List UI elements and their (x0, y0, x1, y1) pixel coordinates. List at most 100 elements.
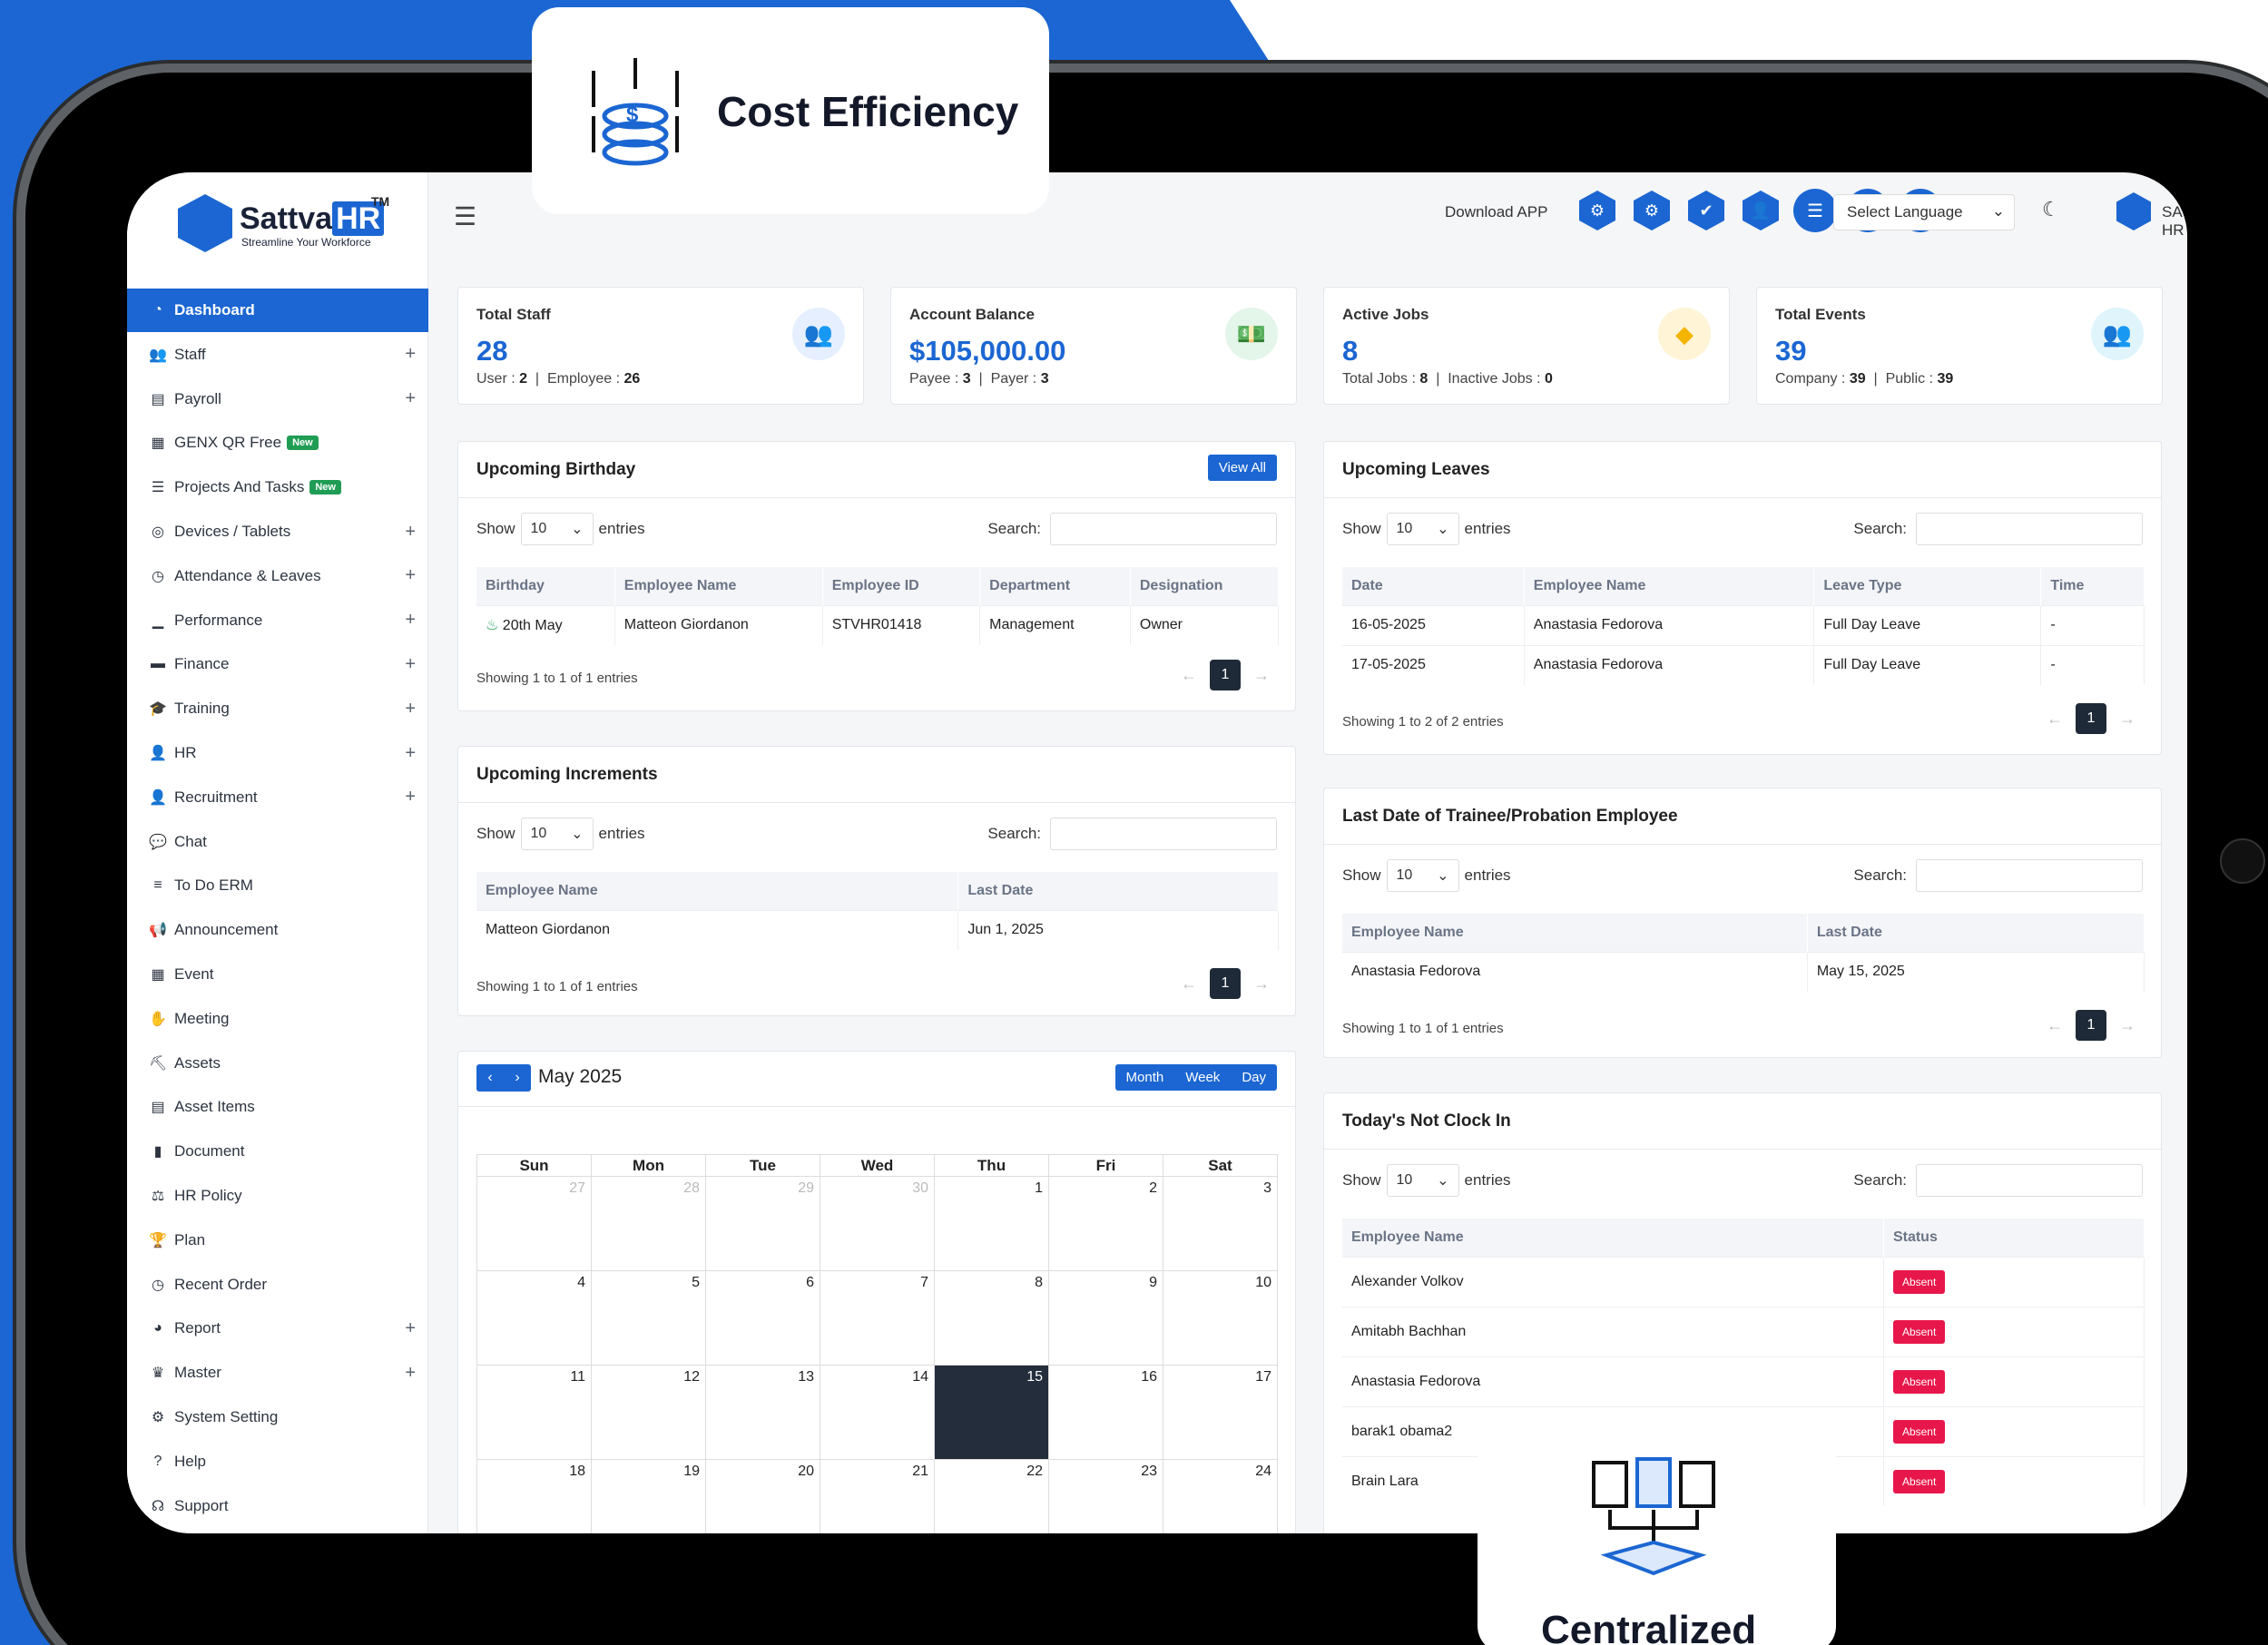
column-header[interactable]: Date (1342, 567, 1525, 605)
sidebar-item-asset-items[interactable]: ▤ Asset Items (127, 1085, 428, 1129)
app-icon-1[interactable]: ⚙ (1579, 191, 1615, 230)
app-icon-4[interactable]: 👤 (1743, 191, 1779, 230)
sidebar-item-document[interactable]: ▮ Document (127, 1130, 428, 1173)
language-select[interactable]: Select Language ⌄ (1833, 194, 2015, 230)
dark-mode-icon[interactable]: ☾ (2042, 198, 2060, 221)
calendar-day[interactable]: 29 (705, 1176, 820, 1271)
view-day-button[interactable]: Day (1231, 1064, 1277, 1091)
calendar-day[interactable]: 19 (591, 1459, 706, 1533)
page-1-button[interactable]: 1 (1210, 968, 1241, 999)
page-size-select[interactable]: 10 ⌄ (1386, 513, 1459, 545)
calendar-day[interactable]: 27 (476, 1176, 592, 1271)
column-header[interactable]: Employee Name (1342, 914, 1808, 952)
sidebar-item-assets[interactable]: ⛏ Assets (127, 1042, 428, 1085)
calendar-day[interactable]: 17 (1163, 1365, 1278, 1460)
calendar-day[interactable]: 8 (934, 1270, 1049, 1366)
app-icon-3[interactable]: ✔ (1688, 191, 1724, 230)
sidebar-item-chat[interactable]: 💬 Chat (127, 820, 428, 864)
calendar-day[interactable]: 6 (705, 1270, 820, 1366)
next-icon[interactable]: → (1253, 974, 1270, 994)
sidebar-item-meeting[interactable]: ✋ Meeting (127, 997, 428, 1041)
page-size-select[interactable]: 10 ⌄ (1386, 1164, 1459, 1197)
stat-card-total-staff[interactable]: Total Staff 28 User : 2 | Employee : 26 … (457, 287, 864, 405)
sidebar-item-genx-qr-free[interactable]: ▦ GENX QR Free New (127, 421, 428, 465)
column-header[interactable]: Designation (1130, 567, 1280, 605)
calendar-nav[interactable]: ‹ › (476, 1064, 531, 1092)
tasks-app-icon[interactable]: ☰ (1793, 189, 1837, 232)
search-input[interactable] (1916, 1164, 2143, 1197)
sidebar-item-recent-order[interactable]: ◷ Recent Order (127, 1263, 428, 1307)
calendar-day[interactable]: 7 (820, 1270, 935, 1366)
sidebar-item-projects-and-tasks[interactable]: ☰ Projects And Tasks New (127, 465, 428, 509)
column-header[interactable]: Leave Type (1813, 567, 2042, 605)
view-all-button[interactable]: View All (1207, 455, 1277, 481)
search-input[interactable] (1916, 859, 2143, 892)
plus-icon[interactable]: + (405, 699, 416, 720)
sidebar-item-payroll[interactable]: ▤ Payroll + (127, 377, 428, 421)
calendar-day[interactable]: 1 (934, 1176, 1049, 1271)
page-size-select[interactable]: 10 ⌄ (520, 513, 594, 545)
sidebar-item-finance[interactable]: ▬ Finance + (127, 642, 428, 686)
page-size-select[interactable]: 10 ⌄ (1386, 859, 1459, 892)
calendar-day[interactable]: 2 (1048, 1176, 1163, 1271)
calendar-day[interactable]: 11 (476, 1365, 592, 1460)
sidebar-item-performance[interactable]: ▁ Performance + (127, 599, 428, 642)
calendar-day[interactable]: 22 (934, 1459, 1049, 1533)
prev-icon[interactable]: ← (2047, 1016, 2063, 1035)
app-icon-2[interactable]: ⚙ (1634, 191, 1670, 230)
stat-card-total-events[interactable]: Total Events 39 Company : 39 | Public : … (1756, 287, 2163, 405)
calendar-day[interactable]: 3 (1163, 1176, 1278, 1271)
search-input[interactable] (1050, 818, 1277, 850)
calendar-day[interactable]: 5 (591, 1270, 706, 1366)
column-header[interactable]: Employee ID (822, 567, 981, 605)
calendar-day[interactable]: 23 (1048, 1459, 1163, 1533)
column-header[interactable]: Employee Name (614, 567, 823, 605)
calendar-day[interactable]: 13 (705, 1365, 820, 1460)
calendar-day[interactable]: 30 (820, 1176, 935, 1271)
sidebar-item-master[interactable]: ♛ Master + (127, 1351, 428, 1395)
next-icon[interactable]: → (2119, 1016, 2135, 1035)
column-header[interactable]: Last Date (957, 872, 1279, 910)
plus-icon[interactable]: + (405, 1318, 416, 1339)
search-input[interactable] (1916, 513, 2143, 545)
chevron-right-icon[interactable]: › (515, 1070, 519, 1086)
calendar-day[interactable]: 16 (1048, 1365, 1163, 1460)
prev-icon[interactable]: ← (1181, 974, 1197, 994)
sidebar-item-plan[interactable]: 🏆 Plan (127, 1219, 428, 1262)
sidebar-item-training[interactable]: 🎓 Training + (127, 687, 428, 730)
plus-icon[interactable]: + (405, 654, 416, 675)
calendar-day[interactable]: 21 (820, 1459, 935, 1533)
plus-icon[interactable]: + (405, 743, 416, 764)
sidebar-item-hr[interactable]: 👤 HR + (127, 731, 428, 775)
calendar-day[interactable]: 18 (476, 1459, 592, 1533)
stat-card-account-balance[interactable]: Account Balance $105,000.00 Payee : 3 | … (890, 287, 1297, 405)
sidebar-item-system-setting[interactable]: ⚙ System Setting (127, 1395, 428, 1439)
column-header[interactable]: Status (1883, 1219, 2145, 1257)
calendar-day[interactable]: 9 (1048, 1270, 1163, 1366)
chevron-left-icon[interactable]: ‹ (487, 1070, 492, 1086)
calendar-day[interactable]: 4 (476, 1270, 592, 1366)
plus-icon[interactable]: + (405, 787, 416, 808)
sidebar-item-help[interactable]: ? Help (127, 1440, 428, 1483)
plus-icon[interactable]: + (405, 565, 416, 586)
hamburger-icon[interactable]: ☰ (454, 201, 476, 231)
calendar-day[interactable]: 28 (591, 1176, 706, 1271)
column-header[interactable]: Employee Name (476, 872, 959, 910)
column-header[interactable]: Time (2040, 567, 2145, 605)
calendar-day[interactable]: 15 (934, 1365, 1049, 1460)
calendar-day[interactable]: 12 (591, 1365, 706, 1460)
column-header[interactable]: Last Date (1807, 914, 2145, 952)
prev-icon[interactable]: ← (1181, 666, 1197, 685)
sidebar-item-devices-tablets[interactable]: ◎ Devices / Tablets + (127, 510, 428, 553)
page-1-button[interactable]: 1 (1210, 660, 1241, 690)
page-1-button[interactable]: 1 (2076, 1010, 2106, 1041)
view-month-button[interactable]: Month (1115, 1064, 1175, 1091)
page-1-button[interactable]: 1 (2076, 703, 2106, 734)
plus-icon[interactable]: + (405, 388, 416, 409)
plus-icon[interactable]: + (405, 1363, 416, 1384)
search-input[interactable] (1050, 513, 1277, 545)
column-header[interactable]: Birthday (476, 567, 615, 605)
column-header[interactable]: Employee Name (1524, 567, 1815, 605)
view-week-button[interactable]: Week (1174, 1064, 1231, 1091)
stat-card-active-jobs[interactable]: Active Jobs 8 Total Jobs : 8 | Inactive … (1323, 287, 1730, 405)
